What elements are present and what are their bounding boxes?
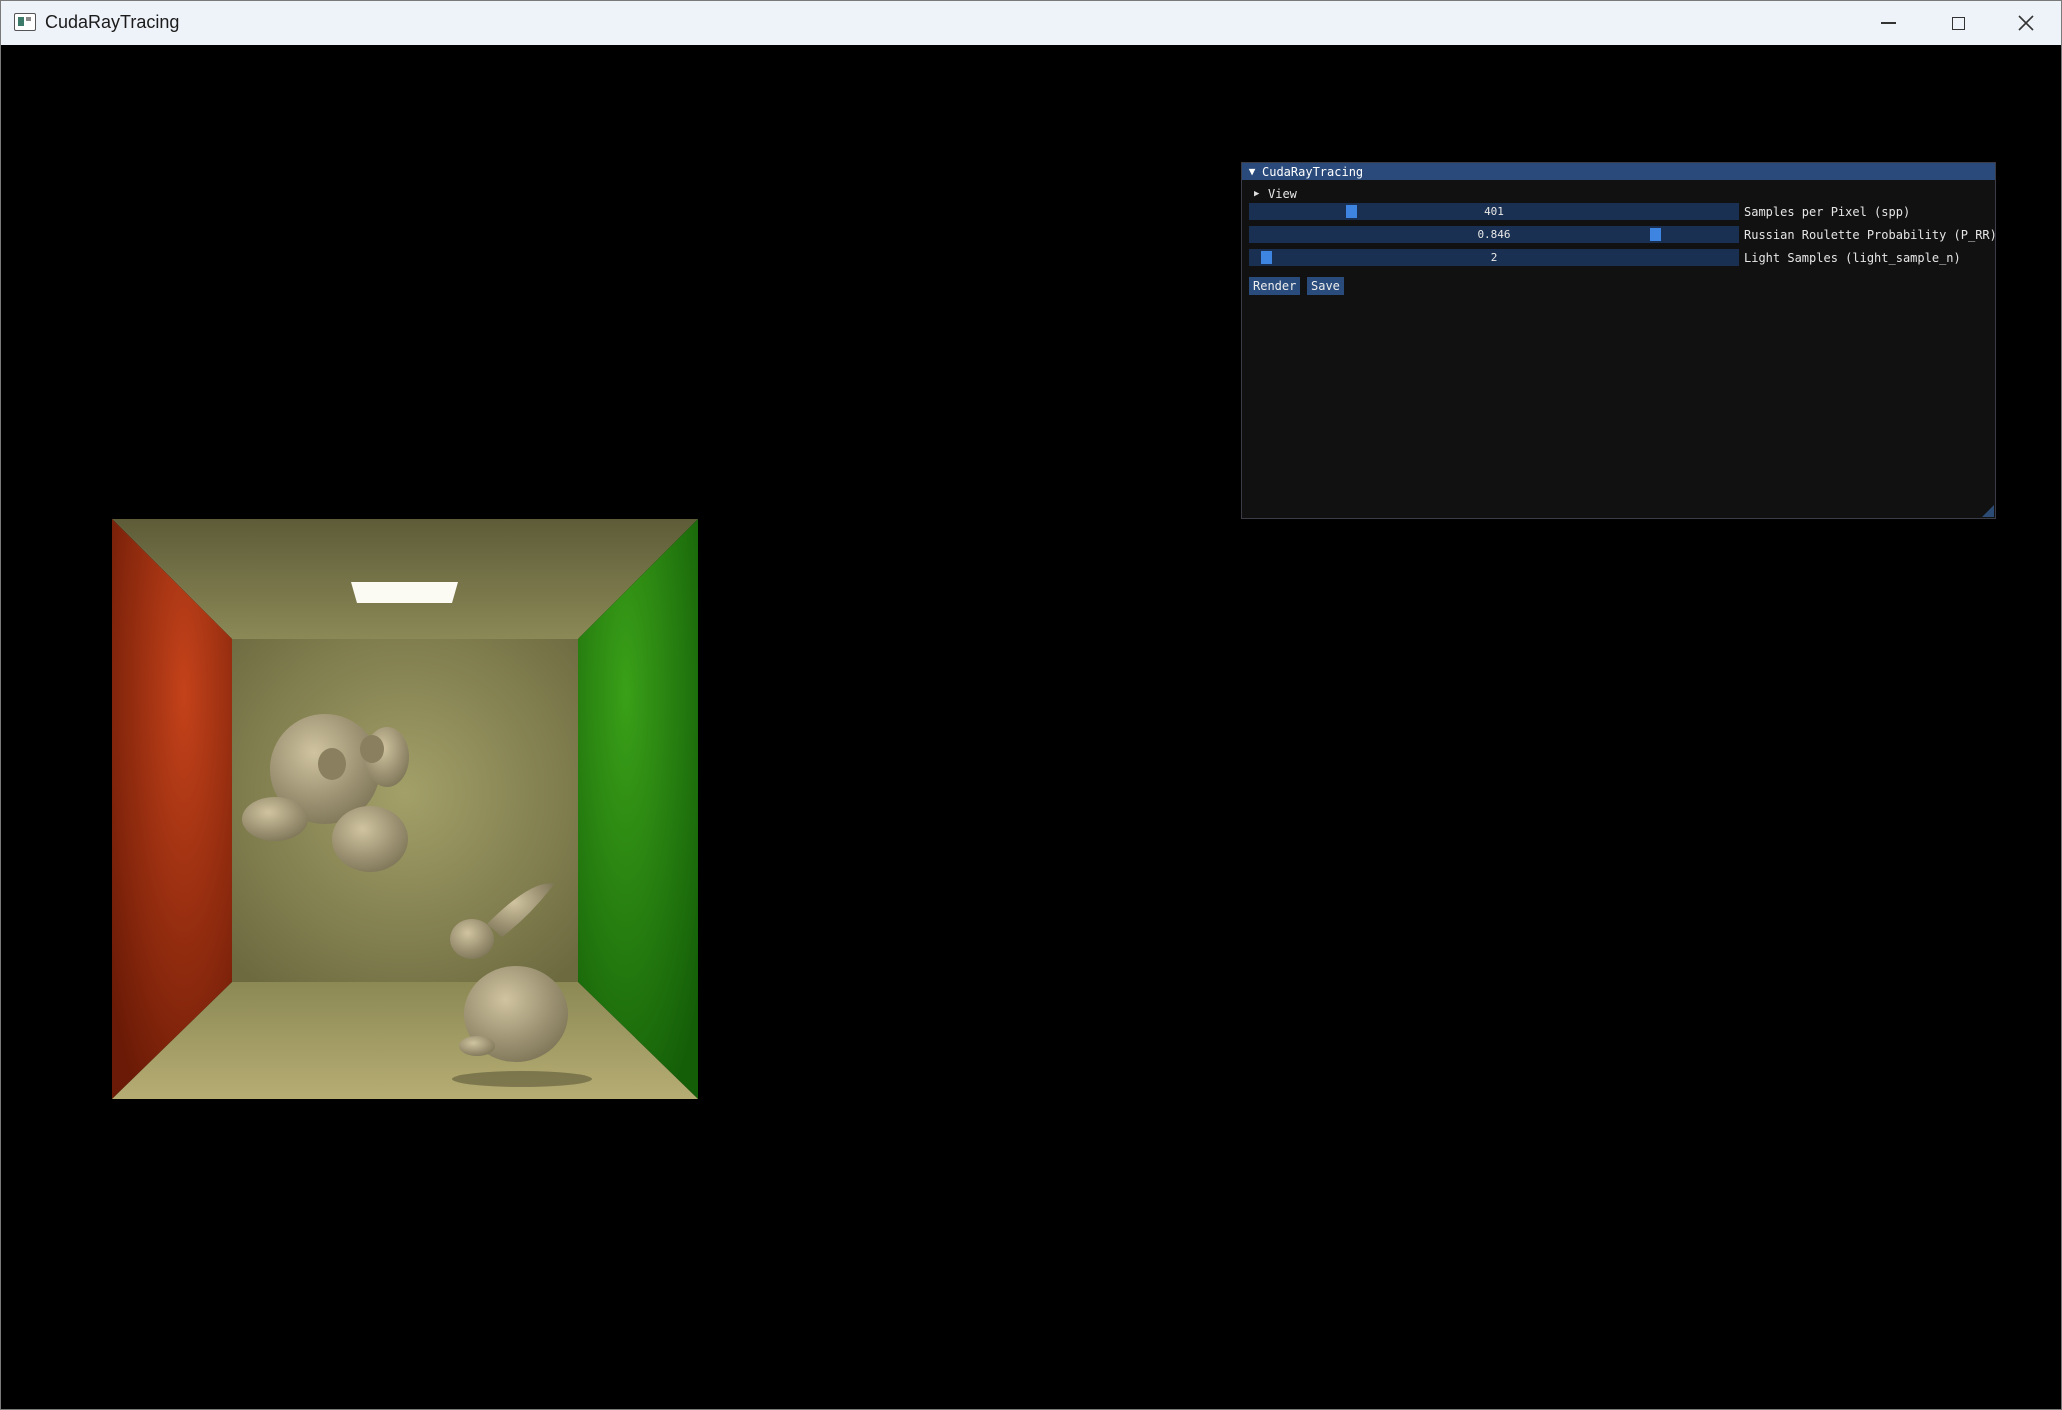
title-bar[interactable]: CudaRayTracing: [1, 1, 2061, 45]
app-window-icon: [14, 13, 36, 31]
tree-node-view[interactable]: ▶ View: [1254, 186, 1297, 202]
slider-label: Light Samples (light_sample_n): [1744, 250, 1961, 265]
slider-row-prr: 0.846 Russian Roulette Probability (P_RR…: [1249, 226, 1997, 243]
imgui-panel[interactable]: ▼ CudaRayTracing ▶ View 401 Samples per …: [1241, 162, 1997, 519]
tree-arrow-icon: ▶: [1254, 189, 1260, 199]
render-button[interactable]: Render: [1249, 277, 1301, 295]
save-button[interactable]: Save: [1307, 277, 1344, 295]
slider-label: Samples per Pixel (spp): [1744, 204, 1911, 219]
slider-value: 0.846: [1477, 228, 1511, 241]
maximize-icon: [1951, 16, 1965, 30]
slider-row-light: 2 Light Samples (light_sample_n): [1249, 249, 1961, 266]
slider-label: Russian Roulette Probability (P_RR): [1744, 227, 1997, 242]
render-viewport[interactable]: ▼ CudaRayTracing ▶ View 401 Samples per …: [3, 45, 2059, 1408]
resize-grip-icon[interactable]: [1982, 505, 1994, 517]
spp-slider[interactable]: 401: [1249, 203, 1739, 220]
cornell-box-render: [112, 519, 698, 1099]
light-samples-slider[interactable]: 2: [1249, 249, 1739, 266]
panel-title-bar[interactable]: ▼ CudaRayTracing: [1242, 163, 1995, 180]
maximize-button[interactable]: [1923, 1, 1993, 45]
close-icon: [2018, 15, 2034, 31]
tree-node-label: View: [1268, 187, 1297, 201]
slider-row-spp: 401 Samples per Pixel (spp): [1249, 203, 1910, 220]
collapse-triangle-icon[interactable]: ▼: [1242, 165, 1262, 178]
rendered-image: [112, 519, 698, 1099]
app-window: CudaRayTracing ▼ CudaRayTracing ▶ View 4…: [0, 0, 2062, 1410]
prr-slider[interactable]: 0.846: [1249, 226, 1739, 243]
minimize-icon: [1880, 22, 1896, 24]
window-title: CudaRayTracing: [45, 12, 180, 32]
slider-value: 401: [1484, 205, 1504, 218]
close-button[interactable]: [1991, 1, 2061, 45]
panel-title: CudaRayTracing: [1262, 164, 1364, 179]
slider-value: 2: [1490, 251, 1498, 264]
minimize-button[interactable]: [1853, 1, 1923, 45]
